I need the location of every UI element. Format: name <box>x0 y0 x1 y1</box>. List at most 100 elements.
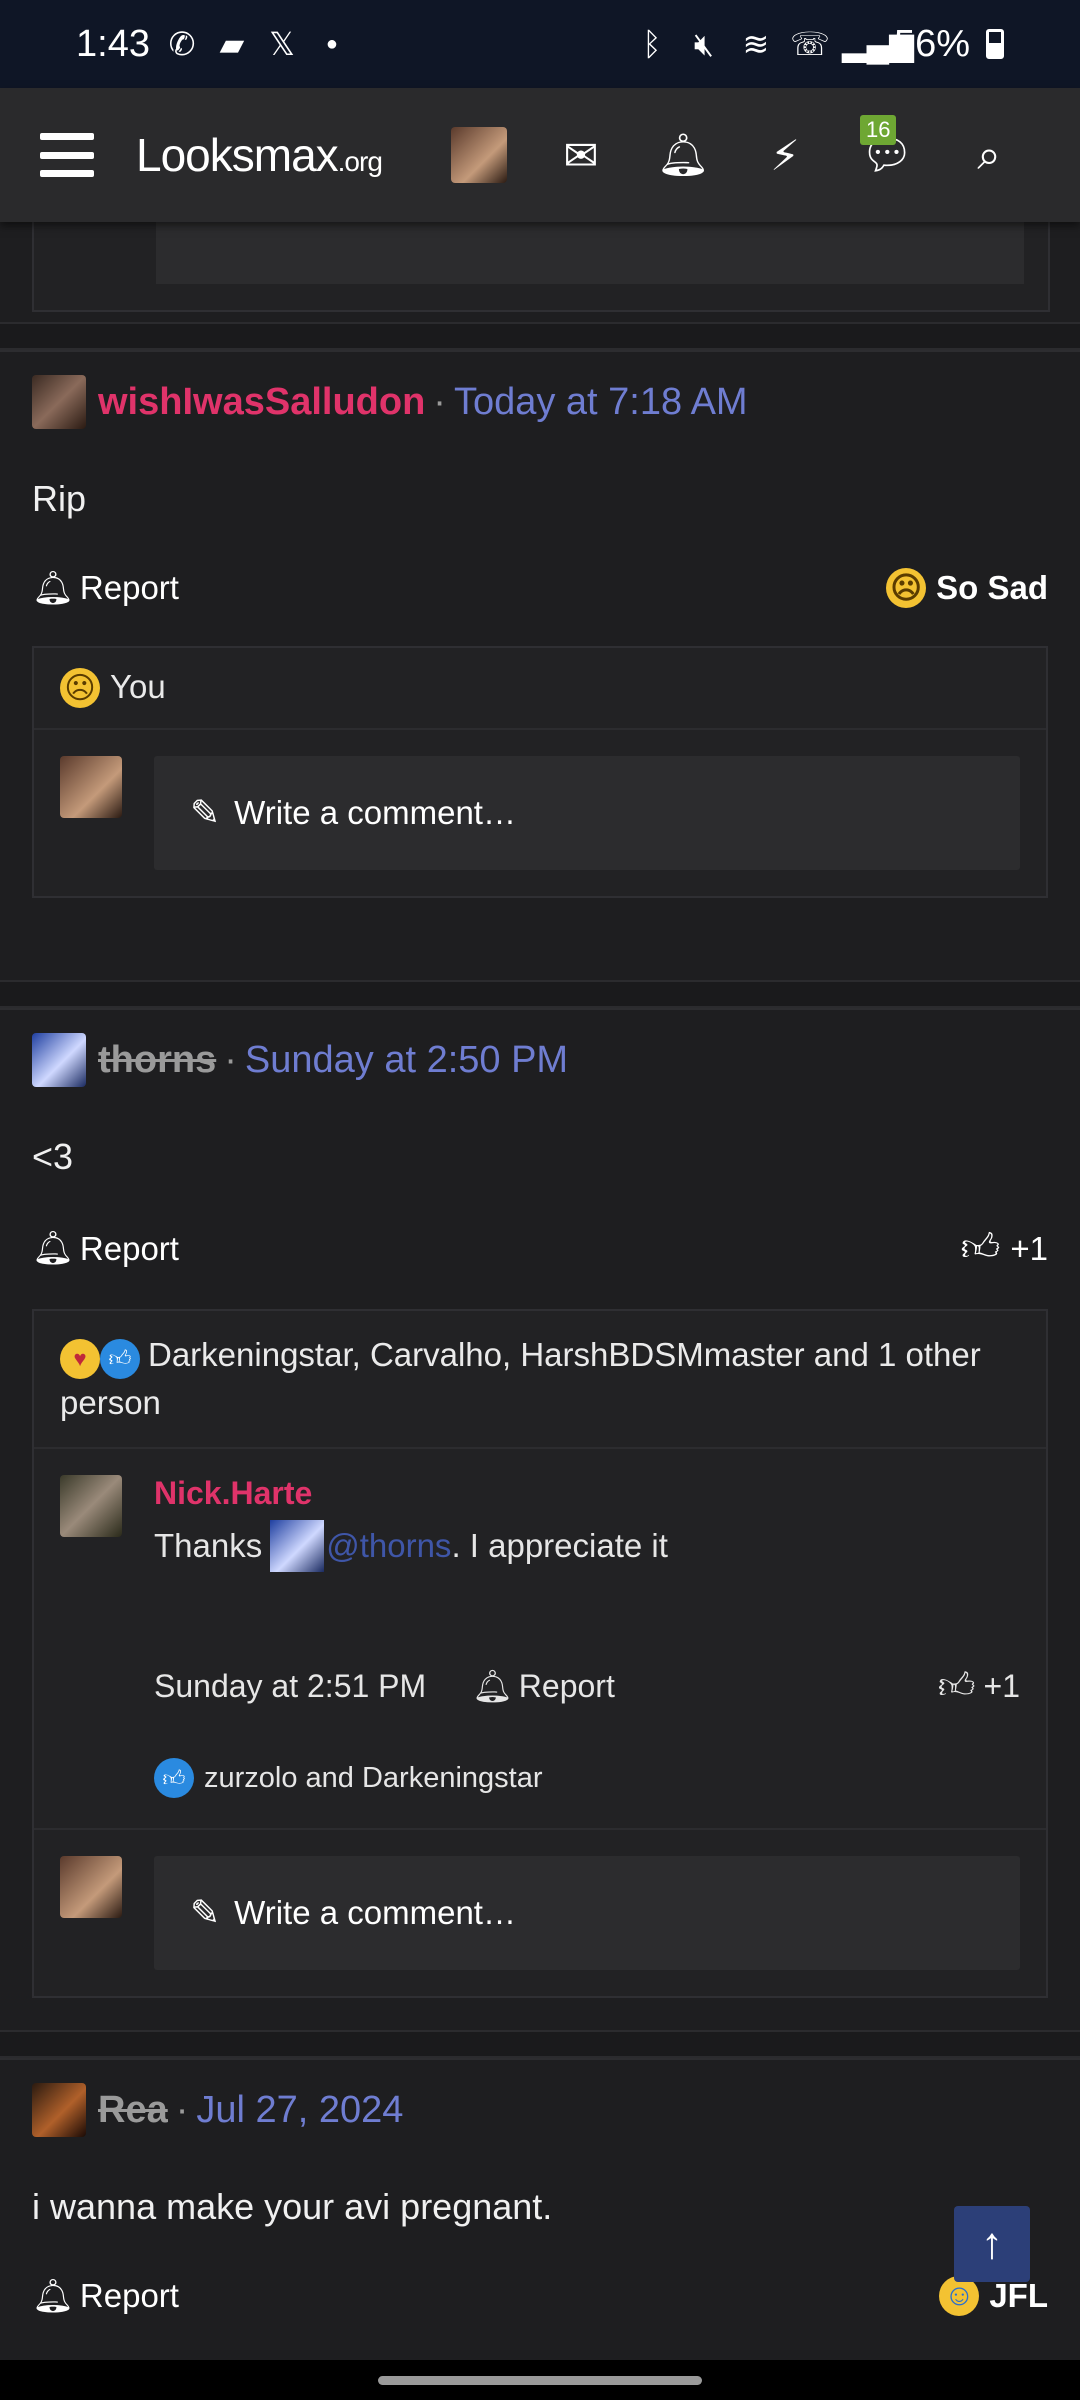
logo-suffix: .org <box>337 146 383 177</box>
reply-time[interactable]: Sunday at 2:51 PM <box>154 1668 426 1705</box>
mute-icon: 🔇︎ <box>693 26 715 62</box>
separator-dot: · <box>433 380 446 423</box>
profile-post: thorns · Sunday at 2:50 PM <3 🔔︎ Report … <box>0 1008 1080 1998</box>
write-comment-input[interactable]: ✎ Write a comment… <box>154 756 1020 870</box>
avatar <box>60 1856 122 1918</box>
like-emoji-icon: 👍︎ <box>100 1339 140 1379</box>
folder-icon: ▰ <box>219 26 245 62</box>
menu-icon[interactable] <box>40 133 94 177</box>
reply-reactions-summary[interactable]: 👍︎ zurzolo and Darkeningstar <box>154 1758 1020 1798</box>
report-label: Report <box>518 1667 615 1704</box>
avatar <box>60 756 122 818</box>
post-username[interactable]: thorns <box>98 1039 216 1082</box>
bell-icon[interactable]: 🔔︎ <box>632 115 734 195</box>
dot-icon: ● <box>325 33 339 55</box>
reply-text-after: . I appreciate it <box>451 1527 668 1564</box>
separator-dot: · <box>175 2088 189 2131</box>
reactions-summary[interactable]: ☹ You <box>34 648 1046 730</box>
heart-eyes-emoji-icon: ♥ <box>60 1339 100 1379</box>
report-button[interactable]: 🔔︎ Report <box>32 569 179 608</box>
search-icon[interactable]: ⌕ <box>938 115 1040 195</box>
status-time: 1:43 <box>76 22 150 65</box>
bolt-icon[interactable]: ⚡︎ <box>734 115 836 195</box>
post-text: <3 <box>32 1136 74 1177</box>
call-icon: ☏ <box>789 26 830 62</box>
reply-username[interactable]: Nick.Harte <box>154 1475 1020 1512</box>
reaction-button[interactable]: ☺ JFL <box>939 2276 1048 2316</box>
reactors-list: You <box>110 668 166 705</box>
whatsapp-icon: ✆ <box>168 26 196 62</box>
sad-emoji-icon: ☹ <box>886 568 927 608</box>
battery-icon <box>986 29 1004 59</box>
like-emoji-icon: 👍︎ <box>154 1758 194 1798</box>
post-separator <box>0 2030 1080 2058</box>
comments-box: ♥ 👍︎ Darkeningstar, Carvalho, HarshBDSMmas… <box>32 1309 1048 1998</box>
bell-icon: 🔔︎ <box>32 1229 74 1266</box>
laughing-emoji-icon: ☺ <box>939 2276 980 2316</box>
gesture-bar <box>0 2360 1080 2400</box>
bluetooth-icon: ᛒ <box>642 26 662 62</box>
post-text: i wanna make your avi pregnant. <box>32 2186 553 2227</box>
battery-percent: 56% <box>893 22 970 65</box>
scroll-to-top-button[interactable]: ↑ <box>954 2206 1030 2282</box>
profile-post: Rea · Jul 27, 2024 i wanna make your avi… <box>0 2058 1080 2316</box>
comment-placeholder: Write a comment… <box>234 794 516 831</box>
home-handle[interactable] <box>378 2376 702 2385</box>
logo-text: Looksmax <box>136 129 339 181</box>
post-username[interactable]: wishIwasSalludon <box>98 381 425 424</box>
reply-comment: Nick.Harte Thanks @thorns. I appreciate … <box>34 1449 1046 1830</box>
arrow-up-icon: ↑ <box>981 2219 1003 2268</box>
post-separator <box>0 322 1080 350</box>
avatar[interactable] <box>32 1033 86 1087</box>
wifi-icon: ≋ <box>742 26 770 62</box>
previous-comment-input[interactable] <box>156 222 1024 284</box>
report-label: Report <box>79 1229 179 1267</box>
pencil-icon: ✎ <box>190 792 221 833</box>
avatar[interactable] <box>32 375 86 429</box>
report-label: Report <box>79 569 179 606</box>
signal-icon: ▂▄▆ <box>841 26 914 62</box>
thread-content: wishIwasSalludon · Today at 7:18 AM Rip … <box>0 222 1080 2360</box>
reply-text: Thanks @thorns. I appreciate it <box>154 1520 1020 1572</box>
bell-icon: 🔔︎ <box>472 1668 513 1704</box>
post-time[interactable]: Today at 7:18 AM <box>454 381 748 424</box>
mention-avatar <box>270 1520 325 1572</box>
reaction-label: +1 <box>983 1667 1020 1704</box>
write-comment-input[interactable]: ✎ Write a comment… <box>154 1856 1020 1970</box>
comments-box: ☹ You ✎ Write a comment… <box>32 646 1048 898</box>
comment-placeholder: Write a comment… <box>234 1894 516 1931</box>
bell-icon: 🔔︎ <box>32 568 74 606</box>
x-icon: 𝕏 <box>269 26 295 62</box>
avatar[interactable] <box>32 2083 86 2137</box>
post-username[interactable]: Rea <box>98 2089 168 2132</box>
separator-dot: · <box>224 1038 237 1081</box>
reply-text-before: Thanks <box>154 1527 263 1564</box>
reaction-button[interactable]: ☹ So Sad <box>886 568 1048 608</box>
report-button[interactable]: 🔔︎ Report <box>32 2277 179 2316</box>
report-button[interactable]: 🔔︎ Report <box>472 1667 615 1705</box>
mention-link[interactable]: @thorns <box>326 1527 451 1565</box>
avatar <box>451 127 507 183</box>
site-logo[interactable]: Looksmax.org <box>136 128 383 182</box>
post-time[interactable]: Jul 27, 2024 <box>196 2089 403 2132</box>
reactions-summary[interactable]: ♥ 👍︎ Darkeningstar, Carvalho, HarshBDSMmas… <box>34 1311 1046 1449</box>
previous-comment-box <box>32 222 1050 312</box>
status-bar: 1:43 ✆ ▰ 𝕏 ● ᛒ 🔇︎ ≋ ☏ ▂▄▆ 56% <box>0 0 1080 88</box>
report-label: Report <box>79 2277 179 2314</box>
pencil-icon: ✎ <box>190 1892 221 1933</box>
top-navbar: Looksmax.org ✉ 🔔︎ ⚡︎ 💬︎ 16 ⌕ <box>0 88 1080 222</box>
sad-emoji-icon: ☹ <box>60 668 100 708</box>
profile-avatar-button[interactable] <box>428 115 530 195</box>
reaction-label: +1 <box>1010 1229 1048 1267</box>
bell-icon: 🔔︎ <box>32 2276 74 2314</box>
post-text: Rip <box>32 478 87 519</box>
chat-icon[interactable]: 💬︎ 16 <box>836 115 938 195</box>
inbox-icon[interactable]: ✉ <box>530 115 632 195</box>
reaction-button[interactable]: 👍︎ +1 <box>961 1226 1048 1271</box>
thumbs-up-icon: 👍︎ <box>960 1227 1001 1269</box>
chat-badge: 16 <box>860 115 897 145</box>
report-button[interactable]: 🔔︎ Report <box>32 1229 179 1268</box>
avatar[interactable] <box>60 1475 122 1537</box>
reaction-button[interactable]: 👍︎ +1 <box>938 1664 1020 1708</box>
post-time[interactable]: Sunday at 2:50 PM <box>245 1039 568 1082</box>
